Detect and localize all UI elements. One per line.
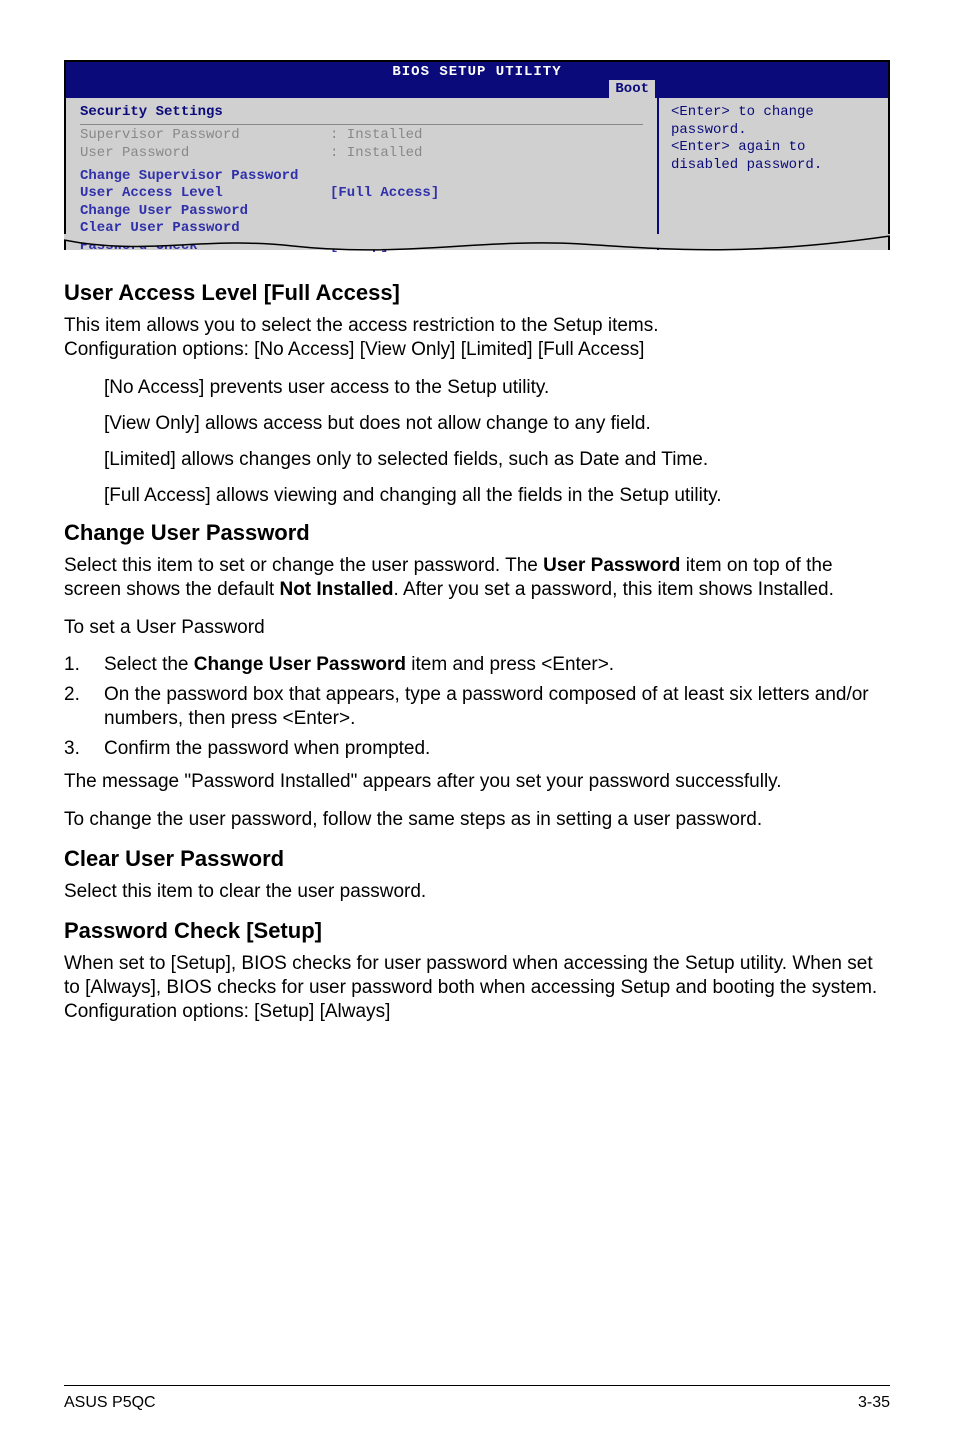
password-installed-msg: The message "Password Installed" appears… bbox=[64, 770, 890, 794]
bios-menu-bar: Boot bbox=[66, 80, 888, 98]
supervisor-password-value: : Installed bbox=[330, 127, 422, 144]
bios-right-panel: <Enter> to change password. <Enter> agai… bbox=[659, 98, 888, 250]
footer-right: 3-35 bbox=[858, 1394, 890, 1412]
bios-tab-boot: Boot bbox=[609, 80, 655, 98]
change-user-password-item: Change User Password bbox=[80, 203, 643, 220]
help-line: <Enter> again to bbox=[671, 139, 876, 157]
bios-title: BIOS SETUP UTILITY bbox=[66, 62, 888, 80]
page-footer: ASUS P5QC 3-35 bbox=[64, 1385, 890, 1412]
bios-body: Security Settings Supervisor Password : … bbox=[66, 98, 888, 250]
help-line: disabled password. bbox=[671, 157, 876, 175]
view-only-desc: [View Only] allows access but does not a… bbox=[104, 412, 890, 436]
list-item: 1. Select the Change User Password item … bbox=[64, 653, 890, 677]
supervisor-password-label: Supervisor Password bbox=[80, 127, 330, 144]
list-item: 3. Confirm the password when prompted. bbox=[64, 737, 890, 761]
footer-left: ASUS P5QC bbox=[64, 1394, 156, 1412]
bios-setup-box: BIOS SETUP UTILITY Boot Security Setting… bbox=[64, 60, 890, 250]
change-user-password-desc: Select this item to set or change the us… bbox=[64, 554, 890, 602]
user-access-level-desc: This item allows you to select the acces… bbox=[64, 314, 890, 362]
full-access-desc: [Full Access] allows viewing and changin… bbox=[104, 484, 890, 508]
to-set-user-password: To set a User Password bbox=[64, 616, 890, 640]
password-check-desc: When set to [Setup], BIOS checks for use… bbox=[64, 952, 890, 1000]
wave-decoration bbox=[64, 234, 890, 258]
change-user-password-heading: Change User Password bbox=[64, 520, 890, 546]
clear-user-password-heading: Clear User Password bbox=[64, 846, 890, 872]
list-item: 2. On the password box that appears, typ… bbox=[64, 683, 890, 731]
user-password-value: : Installed bbox=[330, 145, 422, 162]
limited-desc: [Limited] allows changes only to selecte… bbox=[104, 448, 890, 472]
help-line: <Enter> to change bbox=[671, 104, 876, 122]
change-supervisor-password-item: Change Supervisor Password bbox=[80, 168, 643, 185]
no-access-desc: [No Access] prevents user access to the … bbox=[104, 376, 890, 400]
security-settings-heading: Security Settings bbox=[80, 104, 643, 125]
password-check-heading: Password Check [Setup] bbox=[64, 918, 890, 944]
steps-list: 1. Select the Change User Password item … bbox=[64, 653, 890, 760]
help-line: password. bbox=[671, 122, 876, 140]
clear-user-password-desc: Select this item to clear the user passw… bbox=[64, 880, 890, 904]
user-access-level-heading: User Access Level [Full Access] bbox=[64, 280, 890, 306]
bios-left-panel: Security Settings Supervisor Password : … bbox=[66, 98, 659, 250]
user-password-label: User Password bbox=[80, 145, 330, 162]
user-access-level-value: [Full Access] bbox=[330, 185, 439, 202]
password-check-config: Configuration options: [Setup] [Always] bbox=[64, 1000, 890, 1024]
change-user-password-note: To change the user password, follow the … bbox=[64, 808, 890, 832]
user-access-level-label: User Access Level bbox=[80, 185, 330, 202]
